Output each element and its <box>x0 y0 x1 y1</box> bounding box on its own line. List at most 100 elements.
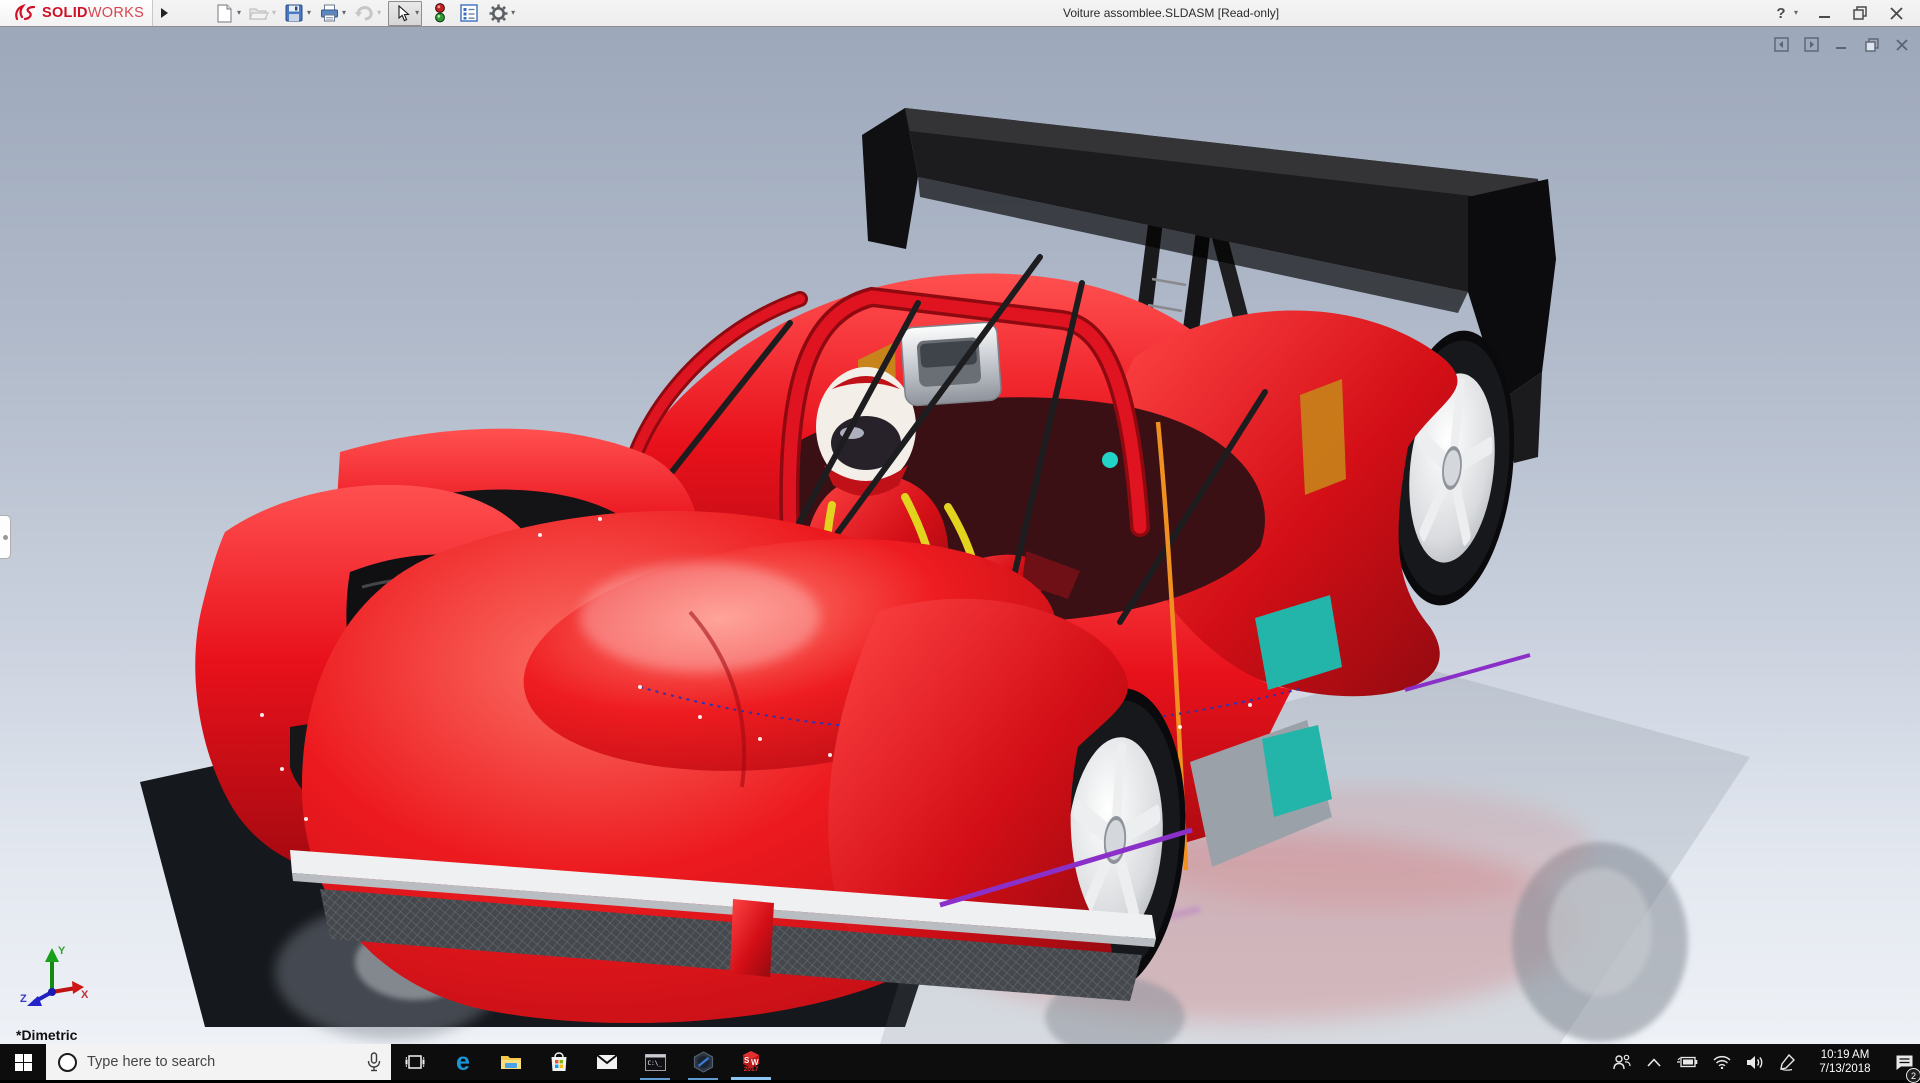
undo-caret[interactable]: ▾ <box>377 9 381 17</box>
solidworks-year-label: 2017 <box>744 1067 758 1074</box>
people-icon <box>1612 1054 1632 1070</box>
doc-minimize-button[interactable] <box>1833 36 1850 53</box>
panel-collapse-left-button[interactable] <box>1773 36 1790 53</box>
race-car-model <box>0 27 1920 1044</box>
windows-logo-icon <box>15 1054 32 1071</box>
command-prompt-button[interactable]: C:\_ <box>631 1044 679 1080</box>
file-properties-button[interactable] <box>458 1 480 25</box>
document-window-controls <box>1773 36 1910 53</box>
graphics-viewport[interactable]: Y X Z *Dimetric <box>0 27 1920 1044</box>
people-button[interactable] <box>1612 1044 1632 1080</box>
microphone-icon[interactable] <box>367 1052 381 1072</box>
gear-icon <box>489 4 508 23</box>
orientation-triad: Y X Z <box>18 942 90 1008</box>
windows-taskbar: Type here to search e <box>0 1044 1920 1080</box>
undo-button[interactable] <box>353 1 375 25</box>
undo-arrow-icon <box>354 5 374 21</box>
doc-close-icon <box>1896 39 1908 51</box>
battery-button[interactable] <box>1676 1044 1698 1080</box>
panel-left-icon <box>1774 37 1789 52</box>
solidworks-logo: SOLIDWORKS <box>0 0 153 26</box>
speaker-icon <box>1746 1055 1764 1070</box>
store-button[interactable] <box>535 1044 583 1080</box>
open-button[interactable] <box>248 1 270 25</box>
cyan-accent-dot <box>1102 452 1118 468</box>
traffic-light-icon <box>434 3 446 23</box>
brand-solid: SOLID <box>42 5 88 21</box>
mail-button[interactable] <box>583 1044 631 1080</box>
hexagon-app-icon <box>693 1051 714 1073</box>
panel-expand-right-button[interactable] <box>1803 36 1820 53</box>
task-view-button[interactable] <box>391 1044 439 1080</box>
title-bar: SOLIDWORKS ▾ ▾ <box>0 0 1920 27</box>
new-document-icon <box>216 4 233 23</box>
taskbar-search-box[interactable]: Type here to search <box>46 1044 391 1080</box>
select-tool-group: ▾ <box>388 1 422 26</box>
triad-z-label: Z <box>20 993 27 1005</box>
options-button[interactable] <box>487 1 509 25</box>
grille-center-post <box>730 899 774 977</box>
panel-right-icon <box>1804 37 1819 52</box>
save-caret[interactable]: ▾ <box>307 9 311 17</box>
system-tray: 10:19 AM 7/13/2018 2 <box>1612 1044 1920 1080</box>
edge-icon: e <box>456 1050 470 1075</box>
print-caret[interactable]: ▾ <box>342 9 346 17</box>
file-explorer-button[interactable] <box>487 1044 535 1080</box>
help-button[interactable]: ? <box>1771 2 1791 24</box>
clock-date: 7/13/2018 <box>1810 1062 1880 1076</box>
pen-icon <box>1779 1054 1795 1071</box>
minimize-button[interactable] <box>1814 2 1834 24</box>
clock-time: 10:19 AM <box>1810 1048 1880 1062</box>
window-controls: ? ▾ <box>1771 2 1920 24</box>
triad-y-label: Y <box>58 945 66 957</box>
svg-text:C:\_: C:\_ <box>647 1060 662 1067</box>
select-tool-caret[interactable]: ▾ <box>415 9 419 17</box>
battery-icon <box>1676 1056 1698 1068</box>
edrawings-button[interactable] <box>679 1044 727 1080</box>
hood-highlight <box>580 562 820 672</box>
cortana-icon <box>58 1053 77 1072</box>
wifi-button[interactable] <box>1713 1044 1731 1080</box>
solidworks-2017-button[interactable]: S W 2017 <box>727 1044 775 1080</box>
save-floppy-icon <box>285 4 303 22</box>
help-caret[interactable]: ▾ <box>1794 9 1798 17</box>
taskbar-apps: e <box>391 1044 775 1080</box>
toolbar-expand-arrow[interactable] <box>155 2 173 24</box>
doc-minimize-icon <box>1835 38 1848 51</box>
window-title: Voiture assomblee.SLDASM [Read-only] <box>1063 0 1279 27</box>
minimize-icon <box>1818 7 1831 20</box>
save-button[interactable] <box>283 1 305 25</box>
restore-icon <box>1853 6 1867 20</box>
feature-manager-collapsed-tab[interactable] <box>0 515 11 559</box>
volume-button[interactable] <box>1746 1044 1764 1080</box>
doc-close-button[interactable] <box>1893 36 1910 53</box>
restore-button[interactable] <box>1850 2 1870 24</box>
store-icon <box>549 1052 569 1072</box>
windows-ink-button[interactable] <box>1779 1044 1795 1080</box>
cockpit-amber-panel-right <box>1300 379 1346 495</box>
file-properties-icon <box>460 4 478 22</box>
svg-text:S: S <box>744 1056 750 1065</box>
print-button[interactable] <box>318 1 340 25</box>
search-placeholder-text: Type here to search <box>87 1054 357 1070</box>
mail-icon <box>596 1054 618 1070</box>
close-icon <box>1890 7 1903 20</box>
taskbar-clock[interactable]: 10:19 AM 7/13/2018 <box>1810 1048 1880 1076</box>
edge-button[interactable]: e <box>439 1044 487 1080</box>
tray-expand-button[interactable] <box>1647 1044 1661 1080</box>
start-button[interactable] <box>0 1044 46 1080</box>
dassault-systemes-icon <box>14 4 38 22</box>
select-tool-button[interactable] <box>391 2 415 24</box>
new-document-caret[interactable]: ▾ <box>237 9 241 17</box>
options-caret[interactable]: ▾ <box>511 9 515 17</box>
rebuild-traffic-light-button[interactable] <box>429 1 451 25</box>
select-cursor-icon <box>397 5 410 22</box>
open-caret[interactable]: ▾ <box>272 9 276 17</box>
brand-works: WORKS <box>88 5 144 21</box>
new-document-button[interactable] <box>213 1 235 25</box>
file-explorer-icon <box>500 1053 522 1071</box>
close-button[interactable] <box>1886 2 1906 24</box>
open-folder-icon <box>249 5 269 21</box>
doc-restore-button[interactable] <box>1863 36 1880 53</box>
task-view-icon <box>405 1053 425 1071</box>
